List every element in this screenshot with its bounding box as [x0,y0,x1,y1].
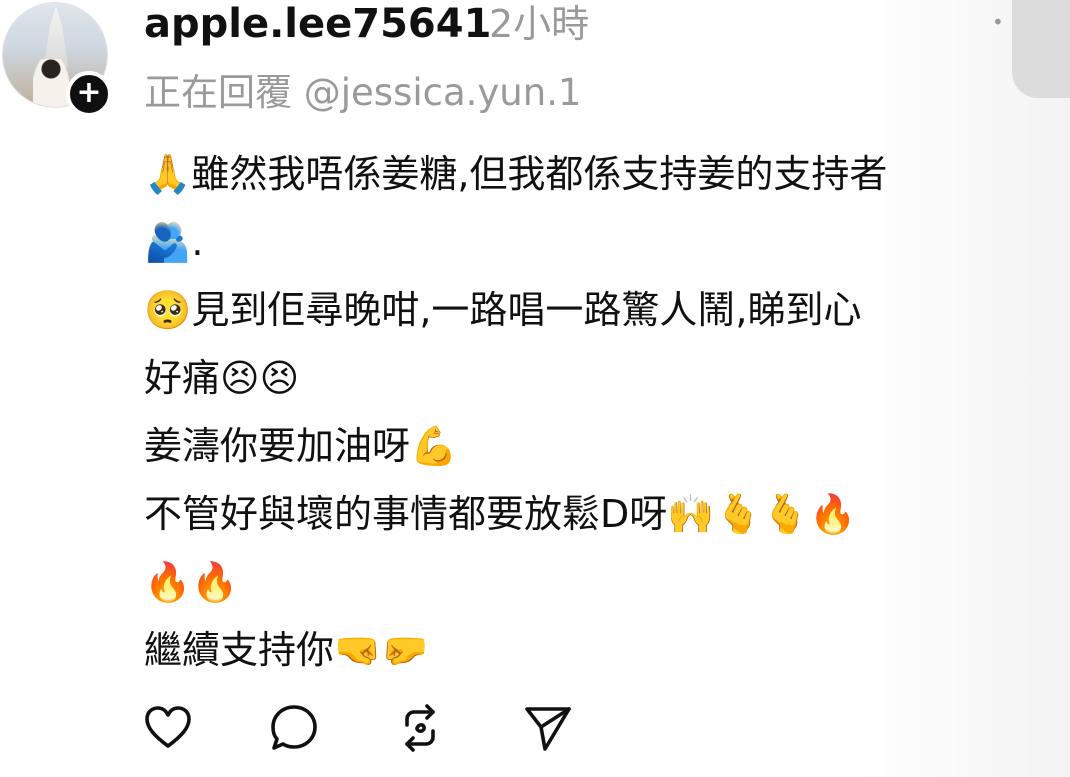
post-body: 🙏雖然我唔係姜糖,但我都係支持姜的支持者 🫂. 🥺見到佢尋晚咁,一路唱一路驚人鬧… [144,140,1044,684]
post-line: 🫂. [144,220,204,264]
comment-icon[interactable] [269,703,319,753]
avatar-person-image [33,59,69,107]
avatar-container[interactable]: + [0,0,116,118]
post-line: 🥺見到佢尋晚咁,一路唱一路驚人鬧,睇到心 [144,288,862,332]
replying-to[interactable]: 正在回覆 @jessica.yun.1 [144,68,582,118]
thread-post: + apple.lee75641 2小時 • • 正在回覆 @jessica.y… [0,0,1070,777]
send-icon[interactable] [523,703,573,753]
post-line: 好痛😣😣 [144,356,300,400]
username[interactable]: apple.lee75641 [144,0,491,48]
repost-icon[interactable] [395,703,445,753]
timestamp: 2小時 [489,2,590,46]
post-line: 繼續支持你🤜🤛 [144,628,429,672]
post-line: 姜濤你要加油呀💪 [144,424,458,468]
plus-icon[interactable]: + [66,71,112,117]
post-line: 🔥🔥 [144,560,239,604]
post-line: 不管好與壞的事情都要放鬆D呀🙌🫰🫰🔥 [144,492,857,536]
post-line: 🙏雖然我唔係姜糖,但我都係支持姜的支持者 [144,152,888,196]
avatar-temple-image [44,7,68,67]
overlay-panel [1012,0,1070,98]
heart-icon[interactable] [143,703,193,753]
